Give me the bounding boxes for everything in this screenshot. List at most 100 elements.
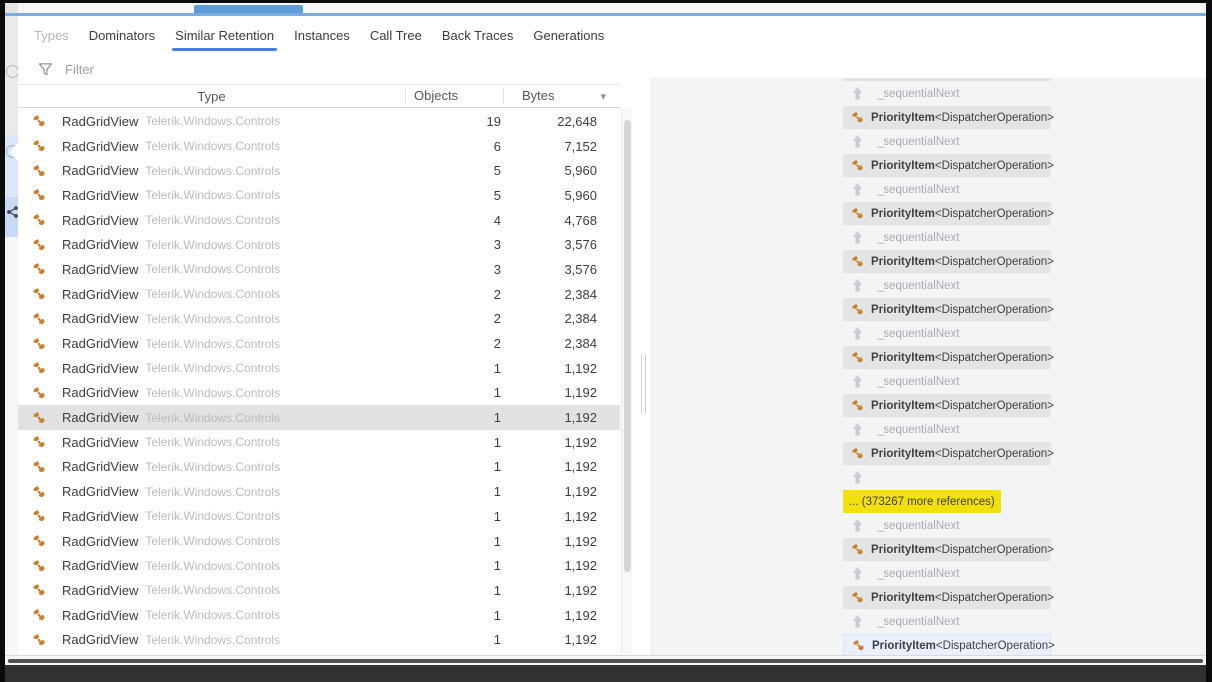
tab-similar-retention[interactable]: Similar Retention xyxy=(172,16,278,54)
table-row[interactable]: RadGridView Telerik.Windows.Controls 2 2… xyxy=(18,331,620,356)
filter-field[interactable]: Filter xyxy=(18,56,606,82)
objects-count: 1 xyxy=(493,607,501,623)
tab-label: Dominators xyxy=(88,27,156,43)
chain-node-generic: <DispatcherOperation> xyxy=(934,447,1054,460)
chain-node-name: PriorityItem xyxy=(871,399,935,412)
objects-count: 1 xyxy=(493,360,501,376)
table-row[interactable]: RadGridView Telerik.Windows.Controls 1 1… xyxy=(18,479,620,504)
horizontal-scrollbar-thumb[interactable] xyxy=(8,659,1203,663)
type-name: RadGridView xyxy=(62,632,139,648)
up-arrow-icon xyxy=(852,230,863,244)
document-tab-indicator[interactable] xyxy=(194,5,303,13)
objects-count: 2 xyxy=(493,311,501,327)
table-scrollbar[interactable] xyxy=(621,108,632,654)
retention-graph-icon[interactable] xyxy=(7,206,18,218)
class-icon xyxy=(33,387,45,399)
class-icon xyxy=(852,208,863,219)
horizontal-scrollbar[interactable] xyxy=(5,655,1206,665)
window-frame xyxy=(0,0,1212,3)
class-icon xyxy=(33,115,45,127)
tab-types[interactable]: Types xyxy=(34,16,69,54)
up-arrow-icon xyxy=(852,134,863,148)
chain-edge: _sequentialNext xyxy=(843,369,1051,394)
class-icon xyxy=(33,189,45,201)
class-icon xyxy=(33,633,45,646)
tab-label: Similar Retention xyxy=(175,27,275,43)
table-row[interactable]: RadGridView Telerik.Windows.Controls 3 3… xyxy=(18,257,620,282)
objects-count: 4 xyxy=(493,212,501,228)
chain-node[interactable]: PriorityItem <DispatcherOperation> xyxy=(843,106,1054,129)
class-icon xyxy=(33,485,45,498)
chain-node[interactable]: PriorityItem <DispatcherOperation> xyxy=(843,586,1054,609)
table-row[interactable]: RadGridView Telerik.Windows.Controls 3 3… xyxy=(18,232,620,258)
class-icon xyxy=(33,535,45,547)
table-row[interactable]: RadGridView Telerik.Windows.Controls 1 1… xyxy=(18,627,620,653)
chain-node[interactable]: PriorityItem <DispatcherOperation> xyxy=(843,538,1054,561)
tab-label: Types xyxy=(34,27,69,43)
table-row[interactable]: RadGridView Telerik.Windows.Controls 4 4… xyxy=(18,207,620,233)
type-namespace: Telerik.Windows.Controls xyxy=(145,163,281,178)
type-namespace: Telerik.Windows.Controls xyxy=(145,361,281,376)
chain-node[interactable]: PriorityItem <DispatcherOperation> xyxy=(843,154,1054,177)
table-row[interactable]: RadGridView Telerik.Windows.Controls 1 1… xyxy=(18,355,620,381)
table-row[interactable]: RadGridView Telerik.Windows.Controls 1 1… xyxy=(18,528,620,554)
type-name: RadGridView xyxy=(62,212,139,228)
bytes-value: 3,576 xyxy=(564,237,597,253)
type-namespace: Telerik.Windows.Controls xyxy=(145,336,281,351)
chain-node[interactable]: PriorityItem <DispatcherOperation> xyxy=(843,346,1054,369)
panel-splitter-handle[interactable] xyxy=(640,355,647,413)
view-tabs: Types Dominators Similar Retention Instance… xyxy=(18,16,1206,54)
bytes-value: 1,192 xyxy=(564,558,597,574)
objects-count: 1 xyxy=(493,533,501,549)
sort-dropdown-icon[interactable]: ▾ xyxy=(600,89,606,105)
type-namespace: Telerik.Windows.Controls xyxy=(145,311,281,326)
chain-node[interactable]: PriorityItem <DispatcherOperation> xyxy=(843,442,1054,465)
chain-node[interactable]: PriorityItem <DispatcherOperation> xyxy=(843,202,1054,225)
tab-call-tree[interactable]: Call Tree xyxy=(370,16,422,54)
chain-node[interactable]: PriorityItem <DispatcherOperation> xyxy=(843,250,1054,273)
chain-node[interactable]: PriorityItem <DispatcherOperation> xyxy=(843,298,1054,321)
analysis-circle-icon[interactable] xyxy=(6,65,18,78)
table-row[interactable]: RadGridView Telerik.Windows.Controls 1 1… xyxy=(18,504,620,529)
table-row[interactable]: RadGridView Telerik.Windows.Controls 1 1… xyxy=(18,380,620,406)
type-name: RadGridView xyxy=(62,410,139,426)
table-row[interactable]: RadGridView Telerik.Windows.Controls 1 1… xyxy=(18,405,620,430)
more-references-highlight[interactable]: ... (373267 more references) xyxy=(843,490,1001,513)
bytes-value: 1,192 xyxy=(564,459,597,475)
chain-node[interactable]: PriorityItem <DispatcherOperation> xyxy=(843,394,1054,417)
column-header-bytes[interactable]: Bytes ▾ xyxy=(503,88,620,104)
chain-node-generic: <DispatcherOperation> xyxy=(934,303,1054,316)
chain-node[interactable]: PriorityItem <DispatcherOperation> xyxy=(843,634,1055,655)
chain-edge-label: _sequentialNext xyxy=(877,327,960,340)
chain-node-name: PriorityItem xyxy=(871,159,935,172)
class-icon xyxy=(33,140,45,152)
table-row[interactable]: RadGridView Telerik.Windows.Controls 1 1… xyxy=(18,553,620,579)
tab-generations[interactable]: Generations xyxy=(533,16,604,54)
table-row[interactable]: RadGridView Telerik.Windows.Controls 2 2… xyxy=(18,281,620,307)
table-row[interactable]: RadGridView Telerik.Windows.Controls 5 5… xyxy=(18,158,620,184)
chain-edge-label: _sequentialNext xyxy=(877,567,960,580)
tab-back-traces[interactable]: Back Traces xyxy=(442,16,514,54)
types-table: RadGridView Telerik.Windows.Controls 19 … xyxy=(18,109,620,653)
column-header-type[interactable]: Type xyxy=(18,89,405,104)
table-row[interactable]: RadGridView Telerik.Windows.Controls 5 5… xyxy=(18,183,620,208)
column-header-objects[interactable]: Objects xyxy=(405,88,503,104)
table-row[interactable]: RadGridView Telerik.Windows.Controls 6 7… xyxy=(18,133,620,159)
bytes-value: 5,960 xyxy=(564,187,597,203)
chain-node-name: PriorityItem xyxy=(871,591,935,604)
table-row[interactable]: RadGridView Telerik.Windows.Controls 1 1… xyxy=(18,429,620,455)
class-icon xyxy=(33,609,45,621)
table-row[interactable]: RadGridView Telerik.Windows.Controls 2 2… xyxy=(18,306,620,332)
chain-node-generic: <DispatcherOperation> xyxy=(934,255,1054,268)
bytes-value: 7,152 xyxy=(564,138,597,154)
table-row[interactable]: RadGridView Telerik.Windows.Controls 19 … xyxy=(18,109,620,134)
table-row[interactable]: RadGridView Telerik.Windows.Controls 1 1… xyxy=(18,454,620,480)
type-namespace: Telerik.Windows.Controls xyxy=(145,385,281,400)
table-row[interactable]: RadGridView Telerik.Windows.Controls 1 1… xyxy=(18,602,620,628)
table-row[interactable]: RadGridView Telerik.Windows.Controls 1 1… xyxy=(18,578,620,603)
up-arrow-icon xyxy=(852,374,863,388)
tab-dominators[interactable]: Dominators xyxy=(89,16,155,54)
type-name: RadGridView xyxy=(62,113,139,129)
tab-instances[interactable]: Instances xyxy=(294,16,350,54)
table-scrollbar-thumb[interactable] xyxy=(624,120,631,572)
